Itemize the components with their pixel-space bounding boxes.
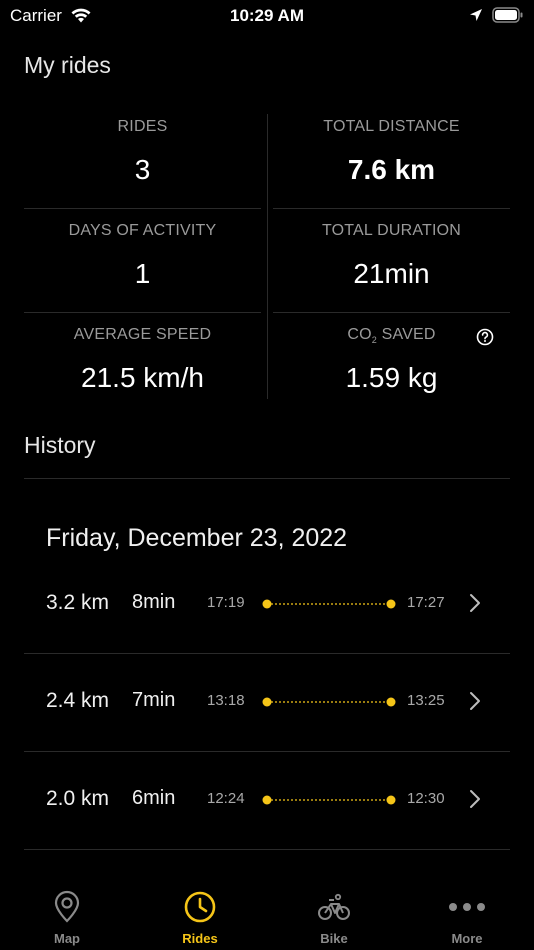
stat-rides: RIDES 3 — [24, 104, 261, 208]
ride-start-time: 13:18 — [207, 692, 245, 709]
co2-label-prefix: CO — [347, 326, 372, 343]
history-title: History — [24, 432, 96, 458]
divider — [24, 653, 510, 654]
clock-time: 10:29 AM — [229, 6, 304, 25]
tab-more[interactable]: More — [400, 880, 534, 950]
stat-value: 1 — [134, 258, 151, 289]
chevron-right-icon — [468, 788, 482, 815]
stat-value: 3 — [134, 154, 151, 185]
stat-value: 7.6 km — [347, 154, 436, 185]
tab-label: More — [451, 931, 483, 946]
stats-grid: RIDES 3 TOTAL DISTANCE 7.6 km DAYS OF AC… — [24, 104, 510, 404]
stat-total-distance: TOTAL DISTANCE 7.6 km — [273, 104, 510, 208]
stat-label: TOTAL DURATION — [321, 222, 462, 239]
stat-total-duration: TOTAL DURATION 21min — [273, 208, 510, 312]
ride-duration: 6min — [132, 787, 176, 809]
ride-end-time: 13:25 — [407, 692, 445, 709]
ride-end-time: 17:27 — [407, 594, 445, 611]
divider — [24, 751, 510, 752]
bike-icon — [267, 890, 401, 924]
tab-label: Rides — [182, 931, 218, 946]
ride-start-time: 17:19 — [207, 594, 245, 611]
divider — [267, 114, 268, 399]
ride-timeline — [262, 595, 396, 618]
stat-value: 21min — [353, 258, 430, 289]
tab-bar: Map Rides Bike More — [0, 880, 534, 950]
ride-timeline — [262, 693, 396, 716]
stat-average-speed: AVERAGE SPEED 21.5 km/h — [24, 312, 261, 416]
location-arrow-icon — [468, 7, 484, 28]
stat-value: 1.59 kg — [345, 362, 438, 393]
tab-label: Bike — [320, 931, 348, 946]
co2-label-suffix: SAVED — [376, 326, 436, 343]
tab-rides[interactable]: Rides — [133, 880, 267, 950]
help-icon[interactable] — [476, 328, 494, 351]
tab-bike[interactable]: Bike — [267, 880, 401, 950]
stat-label: TOTAL DISTANCE — [323, 118, 460, 135]
ride-row[interactable]: 2.0 km 6min 12:24 12:30 — [24, 787, 510, 886]
page-title: My rides — [24, 52, 111, 78]
stat-label: CO2 SAVED — [273, 326, 510, 345]
chevron-right-icon — [468, 690, 482, 717]
clock-icon — [133, 890, 267, 924]
stat-co2-saved: CO2 SAVED 1.59 kg — [273, 312, 510, 416]
ride-row[interactable]: 3.2 km 8min 17:19 17:27 — [24, 591, 510, 690]
stat-label: RIDES — [117, 118, 168, 135]
divider — [24, 849, 510, 850]
ride-distance: 2.4 km — [46, 689, 110, 712]
ride-duration: 7min — [132, 689, 176, 711]
status-bar: Carrier 10:29 AM — [0, 0, 534, 32]
ride-timeline — [262, 791, 396, 814]
ride-distance: 3.2 km — [46, 591, 110, 614]
tab-map[interactable]: Map — [0, 880, 134, 950]
ride-row[interactable]: 2.4 km 7min 13:18 13:25 — [24, 689, 510, 788]
history-date-header: Friday, December 23, 2022 — [46, 524, 348, 552]
map-pin-icon — [0, 890, 134, 924]
tab-label: Map — [54, 931, 80, 946]
ride-duration: 8min — [132, 591, 176, 613]
stat-label: AVERAGE SPEED — [73, 326, 212, 343]
stat-value: 21.5 km/h — [81, 362, 204, 393]
stat-label: DAYS OF ACTIVITY — [68, 222, 217, 239]
more-icon — [400, 890, 534, 924]
stat-days-of-activity: DAYS OF ACTIVITY 1 — [24, 208, 261, 312]
chevron-right-icon — [468, 592, 482, 619]
ride-start-time: 12:24 — [207, 790, 245, 807]
battery-icon — [492, 6, 524, 29]
ride-end-time: 12:30 — [407, 790, 445, 807]
divider — [24, 478, 510, 479]
ride-distance: 2.0 km — [46, 787, 110, 810]
